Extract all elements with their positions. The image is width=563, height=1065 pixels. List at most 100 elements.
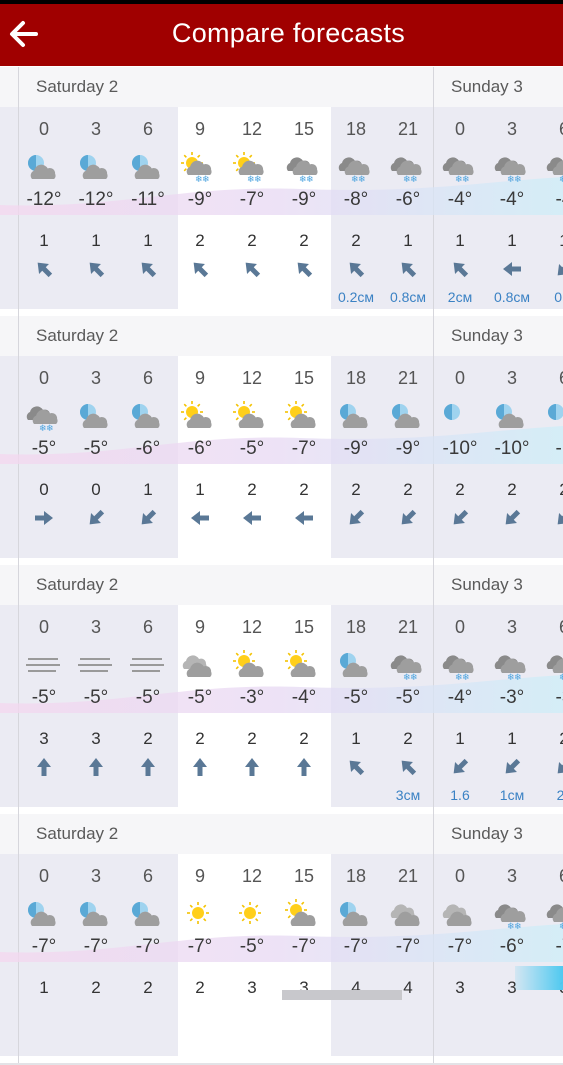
temperature: -7 <box>555 936 563 957</box>
wind-direction-arrow-icon <box>175 506 225 530</box>
hour-label: 3 <box>90 368 101 388</box>
wind-direction-arrow-icon <box>279 755 329 779</box>
wind-speed: 1 <box>143 231 153 250</box>
fog-icon <box>20 647 70 681</box>
temperature: -6° <box>187 438 213 459</box>
moon-cloud-icon <box>332 647 382 681</box>
hour-label: 9 <box>194 617 205 637</box>
wind-speed: 2 <box>455 480 465 499</box>
hour-label: 3 <box>506 617 517 637</box>
forecast-panel: Saturday 2Sunday 3°0-7°13-7°26-7°29-7°21… <box>0 814 563 1065</box>
temperature: -8° <box>343 189 369 210</box>
snow-amount: 1см <box>499 787 525 803</box>
wind-speed: 2 <box>539 729 563 749</box>
day-label-saturday: Saturday 2 <box>36 824 119 843</box>
hour-label: 0 <box>454 119 465 139</box>
snow-amount: 0.8см <box>493 289 531 305</box>
day-label-saturday: Saturday 2 <box>36 575 119 594</box>
hour-label: 6 <box>142 119 153 139</box>
wind-direction-arrow-icon <box>383 506 433 530</box>
wind-speed: 2 <box>195 231 205 250</box>
app-bar: Compare forecasts <box>0 4 563 66</box>
day-label-saturday: Saturday 2 <box>36 77 119 96</box>
svg-text:❄: ❄ <box>410 673 418 683</box>
snow-amount: 0.2см <box>337 289 375 305</box>
temperature: -7° <box>291 936 317 957</box>
wind-direction-arrow-icon <box>487 755 537 779</box>
wind-speed: 2 <box>247 480 257 499</box>
cloud-snow-icon: ❄❄ <box>540 149 563 185</box>
hour-label: 3 <box>506 368 517 388</box>
svg-text:❄: ❄ <box>462 673 470 683</box>
hour-label: 3 <box>506 119 517 139</box>
sun-cloud-snow-icon: ❄ ❄ <box>228 149 278 185</box>
wind-speed: 1 <box>455 729 465 748</box>
wind-speed: 1 <box>143 480 153 499</box>
cloud-snow-icon: ❄❄ <box>488 647 538 683</box>
temperature: -4° <box>499 189 525 210</box>
hour-label: 3 <box>90 119 101 139</box>
svg-text:❄: ❄ <box>358 175 366 185</box>
moon-cloud-icon <box>72 896 122 930</box>
temperature: -9° <box>343 438 369 459</box>
cloud-snow-icon: ❄❄ <box>488 896 538 932</box>
temperature: -12° <box>26 189 62 210</box>
day-label-sunday: Sunday 3 <box>451 575 523 594</box>
temperature: -3 <box>555 687 563 708</box>
temperature: -9° <box>291 189 317 210</box>
wind-speed: 3 <box>247 978 257 997</box>
day-label-sunday: Sunday 3 <box>451 824 523 843</box>
hour-label: 0 <box>38 119 49 139</box>
temperature: -11° <box>131 189 165 210</box>
temperature: -6° <box>499 936 525 957</box>
hour-label: 15 <box>293 866 315 886</box>
temperature: -7° <box>395 936 421 957</box>
hour-label: 3 <box>90 866 101 886</box>
cloud-snow-icon: ❄❄ <box>384 149 434 185</box>
temperature: -5° <box>83 687 109 708</box>
temperature: -9° <box>395 438 421 459</box>
hour-label: 3 <box>506 866 517 886</box>
hour-label: 12 <box>241 368 263 388</box>
wind-direction-arrow-icon <box>227 506 277 530</box>
temperature: -7° <box>343 936 369 957</box>
hour-label: 12 <box>241 119 263 139</box>
wind-highlight <box>515 966 563 990</box>
wind-direction-arrow-icon <box>539 755 563 779</box>
temp-partial: ° <box>0 936 8 958</box>
cloud-snow-icon: ❄❄ <box>384 647 434 683</box>
svg-text:❄: ❄ <box>254 175 262 185</box>
wind-speed: 2 <box>351 480 361 499</box>
hour-label: 0 <box>38 368 49 388</box>
temperature: -3° <box>239 687 265 708</box>
wind-direction-arrow-icon <box>279 257 329 281</box>
hour-label: 0 <box>38 866 49 886</box>
horizontal-scrollbar[interactable] <box>282 990 402 1000</box>
cloud-snow-icon: ❄❄ <box>436 647 486 683</box>
wind-speed: 3 <box>455 978 465 997</box>
day-label-sunday: Sunday 3 <box>451 77 523 96</box>
wind-speed: 2 <box>195 729 205 748</box>
wind-speed: 1 <box>539 231 563 251</box>
svg-text:❄: ❄ <box>559 673 563 683</box>
hour-label: 0 <box>454 617 465 637</box>
temperature: -6° <box>135 438 161 459</box>
cloud-snow-icon: ❄❄ <box>540 647 563 683</box>
wind-speed: 2 <box>91 978 101 997</box>
wind-speed: 2 <box>247 231 257 250</box>
temperature: -7° <box>447 936 473 957</box>
wind-speed: 2 <box>143 729 153 748</box>
temperature: -5° <box>239 438 265 459</box>
sun-cloud-icon <box>228 647 278 681</box>
wind-speed: 1 <box>195 480 205 499</box>
wind-direction-arrow-icon <box>487 506 537 530</box>
snow-amount: 1.6 <box>450 787 470 803</box>
moon-cloud-icon <box>384 398 434 432</box>
hour-label: 18 <box>345 866 367 886</box>
wind-speed: 2 <box>299 231 309 250</box>
temperature: -1 <box>555 438 563 459</box>
wind-direction-arrow-icon <box>539 506 563 530</box>
hour-label: 6 <box>539 617 563 638</box>
temperature: -5° <box>343 687 369 708</box>
day-label-saturday: Saturday 2 <box>36 326 119 345</box>
